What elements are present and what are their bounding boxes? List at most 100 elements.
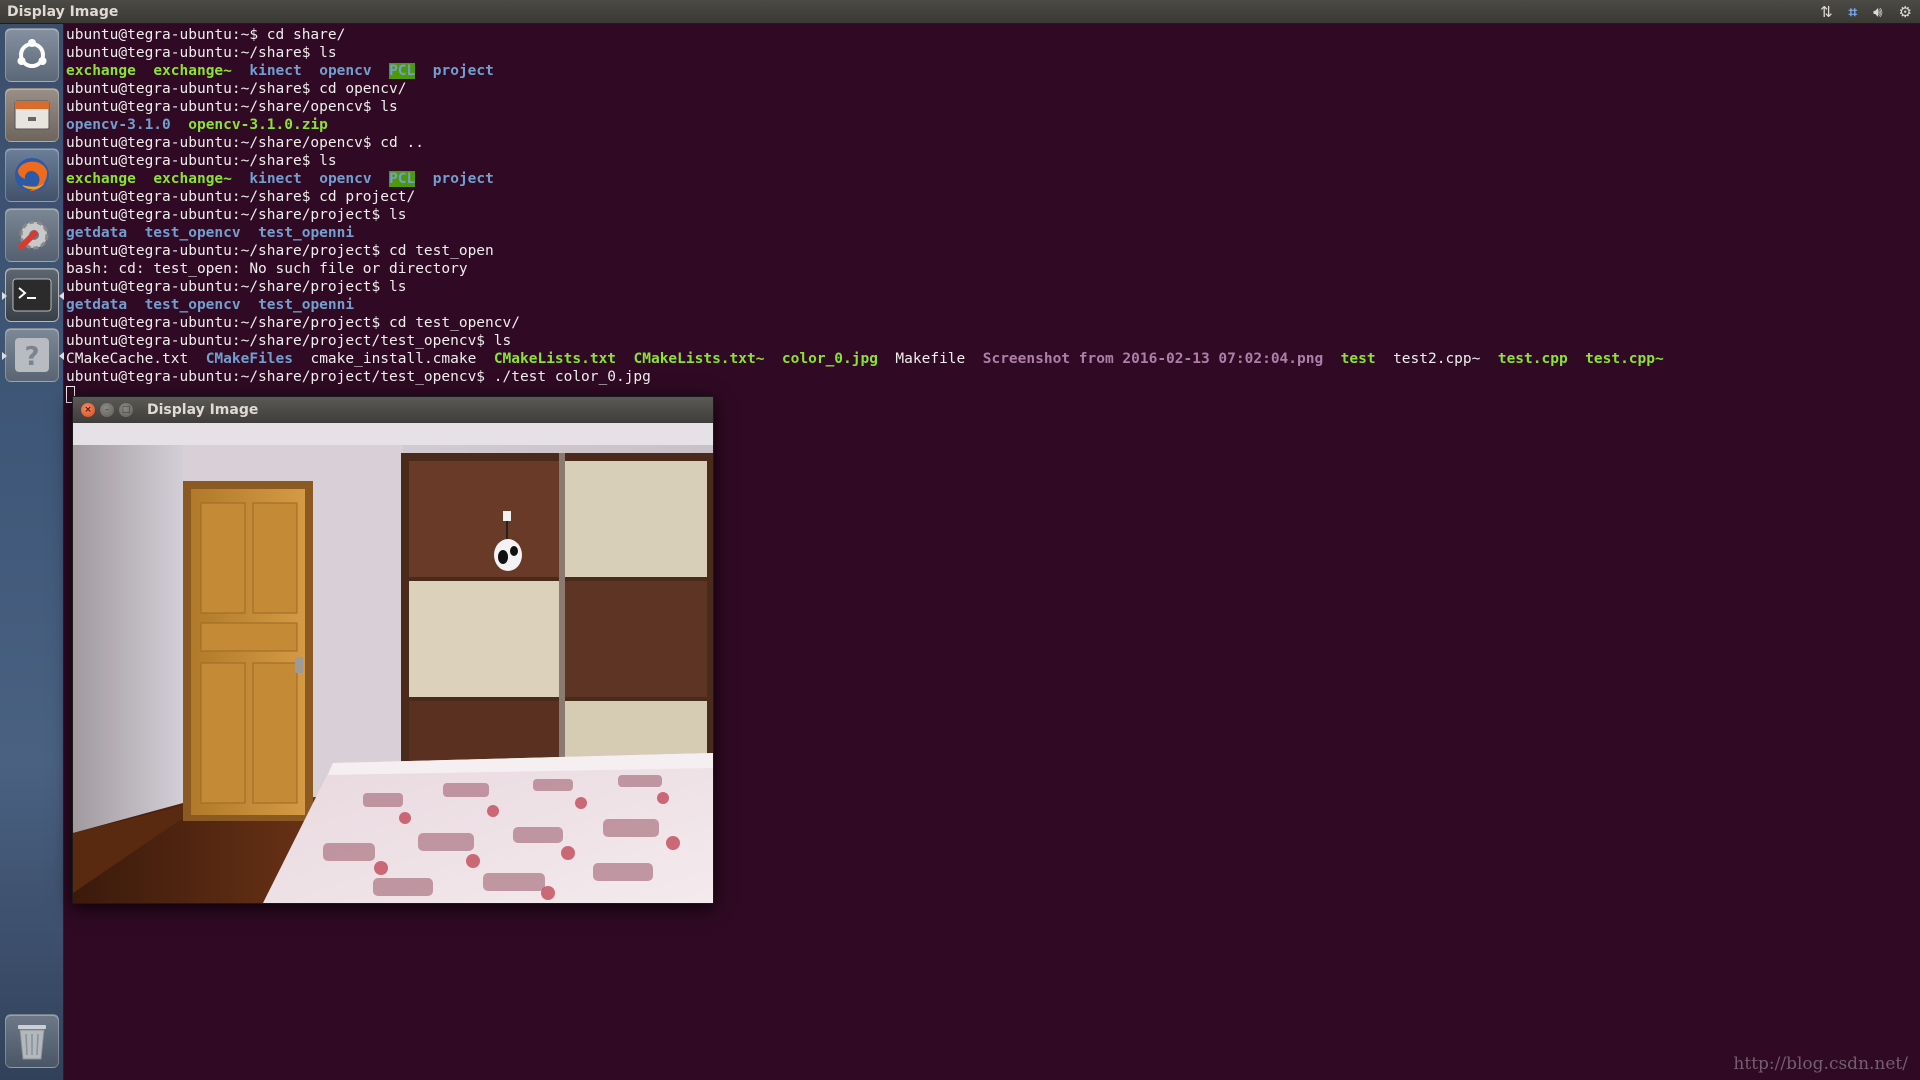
terminal-text: ubuntu@tegra-ubuntu:~/share/project$ ls [66,207,407,223]
ls-entry: CMakeLists.txt [493,351,617,367]
ls-entry: test_openni [258,297,355,313]
question-mark-icon: ? [15,338,49,372]
firefox-icon[interactable] [5,148,59,202]
trash-icon[interactable] [5,1014,59,1068]
terminal-text: ubuntu@tegra-ubuntu:~/share/project$ ls [66,279,407,295]
terminal-text: bash: cd: test_open: No such file or dir… [66,261,468,277]
terminal-text: ubuntu@tegra-ubuntu:~/share$ ls [66,45,337,61]
terminal-line: ubuntu@tegra-ubuntu:~/share$ ls [66,44,1920,62]
terminal-text: test2.cpp~ [1393,351,1481,367]
terminal-line: bash: cd: test_open: No such file or dir… [66,260,1920,278]
window-titlebar[interactable]: × – □ Display Image [73,397,713,423]
ls-entry: kinect [249,171,302,187]
ls-entry: opencv [319,63,372,79]
terminal-icon[interactable] [2,268,64,322]
terminal-text: ubuntu@tegra-ubuntu:~/share$ ls [66,153,337,169]
terminal-line: ubuntu@tegra-ubuntu:~/share/project$ ls [66,278,1920,296]
terminal-line: ubuntu@tegra-ubuntu:~/share/project/test… [66,332,1920,350]
wrench-gear-icon [18,220,49,250]
terminal-line: ubuntu@tegra-ubuntu:~/share/project/test… [66,368,1920,386]
display-image-window[interactable]: × – □ Display Image [72,396,714,904]
firefox-globe-icon [15,158,49,192]
terminal-text: ubuntu@tegra-ubuntu:~$ cd share/ [66,27,346,43]
maximize-button[interactable]: □ [119,403,133,417]
terminal-line: ubuntu@tegra-ubuntu:~/share$ cd opencv/ [66,80,1920,98]
terminal-line: ubuntu@tegra-ubuntu:~/share$ ls [66,152,1920,170]
ubuntu-logo-icon [17,39,47,68]
ls-entry: project [432,171,494,187]
file-cabinet-icon [14,100,50,130]
terminal-text: ubuntu@tegra-ubuntu:~/share/opencv$ cd .… [66,135,424,151]
ls-entry: test_opencv [144,297,241,313]
terminal-line: CMakeCache.txt CMakeFiles cmake_install.… [66,350,1920,368]
close-button[interactable]: × [81,403,95,417]
ubuntu-dash-icon[interactable] [5,28,59,82]
ls-entry: opencv-3.1.0 [66,117,171,133]
terminal-text: ubuntu@tegra-ubuntu:~/share/project$ cd … [66,243,494,259]
bedroom-photo [73,423,713,903]
ls-entry: test_openni [258,225,355,241]
ls-entry: test.cpp~ [1585,351,1664,367]
help-icon[interactable]: ? [2,328,64,382]
ls-entry: exchange [66,63,136,79]
ls-entry: test.cpp [1497,351,1568,367]
ls-entry: kinect [249,63,302,79]
running-indicator [2,352,7,360]
ls-entry: getdata [66,297,128,313]
system-settings-icon[interactable] [5,208,59,262]
files-icon[interactable] [5,88,59,142]
terminal-line: ubuntu@tegra-ubuntu:~$ cd share/ [66,26,1920,44]
close-icon: × [84,405,92,415]
network-icon[interactable]: ⇅ [1820,3,1833,21]
ls-entry: Screenshot from 2016-02-13 07:02:04.png [982,351,1324,367]
window-title: Display Image [147,402,259,418]
terminal-line: ubuntu@tegra-ubuntu:~/share/project$ ls [66,206,1920,224]
top-panel: Display Image ⇅ ⌗ 🔊︎ ⚙ [0,0,1920,24]
keyboard-layout-icon[interactable]: ⌗ [1849,3,1857,21]
ls-entry: project [432,63,494,79]
terminal-line: ubuntu@tegra-ubuntu:~/share$ cd project/ [66,188,1920,206]
settings-gear-icon[interactable]: ⚙ [1899,3,1912,21]
terminal-line: getdata test_opencv test_openni [66,296,1920,314]
ls-entry: exchange~ [153,63,232,79]
ls-entry: PCL [389,171,416,187]
ls-entry: test_opencv [144,225,241,241]
terminal-text: ubuntu@tegra-ubuntu:~/share/project$ cd … [66,315,520,331]
ls-entry: CMakeFiles [205,351,293,367]
ls-entry: exchange~ [153,171,232,187]
terminal-prompt-icon [12,278,52,312]
volume-icon[interactable]: 🔊︎ [1873,3,1882,21]
running-indicator [2,292,7,300]
terminal-text: cmake_install.cmake [310,351,477,367]
terminal-line: ubuntu@tegra-ubuntu:~/share/opencv$ ls [66,98,1920,116]
watermark-text: http://blog.csdn.net/ [1733,1054,1908,1074]
ls-entry: getdata [66,225,128,241]
minimize-button[interactable]: – [100,403,114,417]
minimize-icon: – [104,405,110,415]
terminal-text: ubuntu@tegra-ubuntu:~/share$ cd opencv/ [66,81,407,97]
svg-text:?: ? [24,342,39,372]
ls-entry: exchange [66,171,136,187]
